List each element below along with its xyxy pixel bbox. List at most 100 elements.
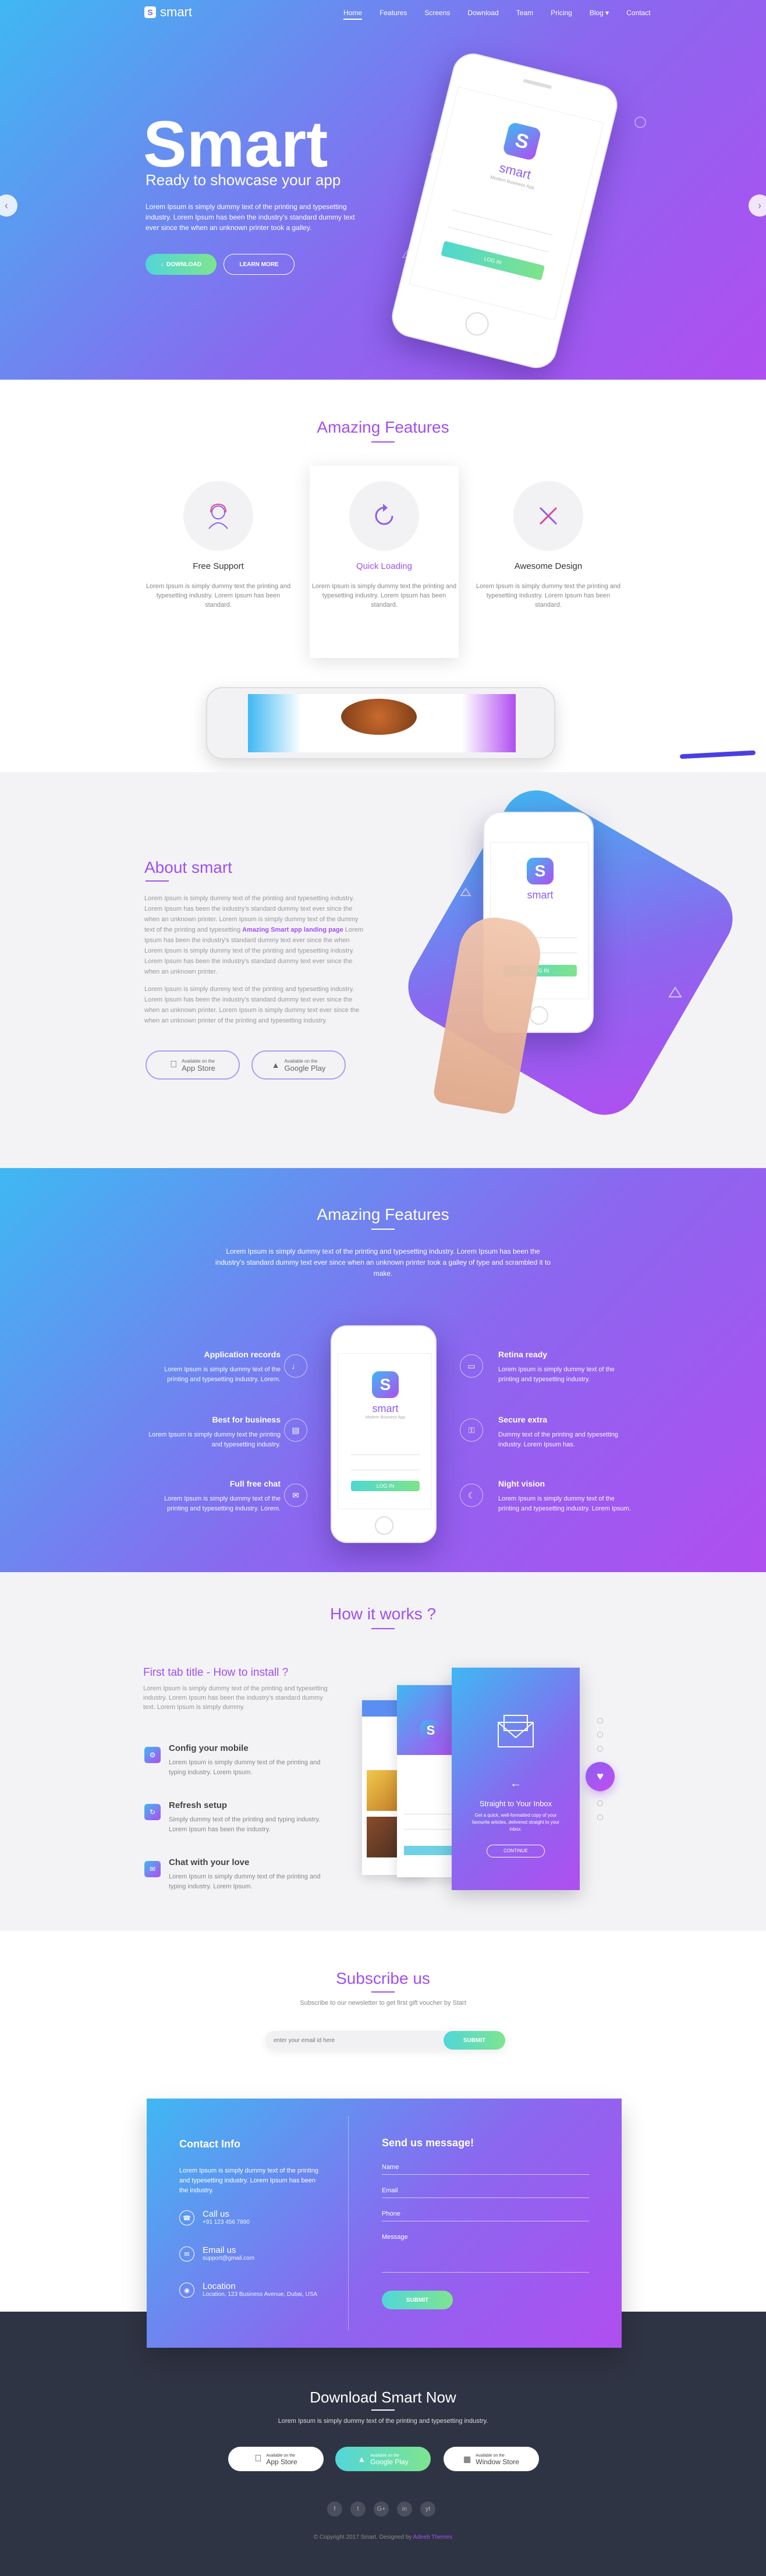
app-store-button[interactable]:  Available on theApp Store bbox=[146, 1050, 240, 1080]
phone-home-button bbox=[375, 1516, 393, 1535]
feature-night-vision: Night vision Lorem Ipsum is simply dummy… bbox=[498, 1479, 632, 1514]
feature-free-support: Free Support Lorem Ipsum is simply dummy… bbox=[143, 481, 294, 610]
youtube-icon[interactable]: yt bbox=[420, 2501, 435, 2517]
features2-phone-screen: S smart Modern Business App LOG IN bbox=[338, 1353, 432, 1509]
feature2-text: Lorem Ipsum is simply dummy text of the … bbox=[498, 1495, 631, 1512]
app-icon: S bbox=[502, 121, 542, 161]
subscribe-submit-button[interactable]: SUBMIT bbox=[444, 2031, 505, 2050]
footer-google-play-labels: Available on the Google Play bbox=[370, 2453, 408, 2465]
dot[interactable] bbox=[597, 1718, 603, 1724]
download-button[interactable]: ↓ DOWNLOAD bbox=[146, 254, 217, 275]
contact-form-title: Send us message! bbox=[382, 2137, 474, 2149]
nav-contact[interactable]: Contact bbox=[626, 9, 650, 20]
subscribe-form: SUBMIT bbox=[265, 2031, 505, 2050]
contact-card: Contact Info Lorem Ipsum is simply dummy… bbox=[147, 2099, 622, 2348]
logo[interactable]: S smart bbox=[144, 6, 192, 19]
subscribe-text: Subscribe to our newsletter to get first… bbox=[300, 2000, 466, 2007]
feature-quick-loading: Quick Loading Lorem Ipsum is simply dumm… bbox=[308, 481, 460, 610]
lock-icon: ⚿ bbox=[460, 1418, 483, 1442]
social-links: f t G+ in yt bbox=[327, 2501, 435, 2517]
learn-more-button[interactable]: LEARN MORE bbox=[224, 254, 295, 275]
message-field[interactable] bbox=[382, 2272, 589, 2273]
android-icon: ▲ bbox=[271, 1060, 280, 1070]
contact-location: Location Location, 123 Business Avenue, D… bbox=[203, 2281, 317, 2298]
feature2-text: Lorem Ipsum is simply dummy text of the … bbox=[498, 1366, 615, 1383]
twitter-icon[interactable]: t bbox=[350, 2501, 366, 2517]
email-title: Email us bbox=[203, 2245, 236, 2255]
copyright-text: © Copyright 2017 Smart. Designed by bbox=[313, 2534, 412, 2540]
feature-title: Free Support bbox=[193, 561, 244, 571]
download-title: Download Smart Now bbox=[310, 2389, 456, 2406]
feature-application-records: Application records Lorem Ipsum is simpl… bbox=[147, 1350, 281, 1385]
nav-blog[interactable]: Blog ▾ bbox=[590, 9, 609, 20]
app-store-labels: Available on the App Store bbox=[182, 1058, 215, 1072]
app-icon: S bbox=[420, 1720, 441, 1741]
logo-text: smart bbox=[160, 5, 192, 19]
nav-team[interactable]: Team bbox=[516, 9, 533, 20]
food-image bbox=[341, 699, 417, 735]
windows-icon: ▦ bbox=[463, 2454, 471, 2464]
step-config: Config your mobile Lorem Ipsum is simply… bbox=[169, 1743, 332, 1778]
subscribe-title-underline bbox=[371, 1991, 395, 1993]
footer-window-store-label: Window Store bbox=[476, 2458, 519, 2466]
contact-submit-button[interactable]: SUBMIT bbox=[382, 2291, 453, 2309]
nav-screens[interactable]: Screens bbox=[424, 9, 450, 20]
hero-section: Smart Ready to showcase your app Lorem I… bbox=[0, 0, 766, 380]
footer-window-store-labels: Available on the Window Store bbox=[476, 2453, 519, 2465]
screen-continue-button: CONTINUE bbox=[487, 1845, 545, 1857]
design-tools-icon bbox=[513, 481, 583, 551]
about-p1-highlight: Amazing Smart app landing page bbox=[242, 926, 343, 933]
footer-app-store-button[interactable]:  Available on theApp Store bbox=[228, 2447, 324, 2471]
google-play-button[interactable]: ▲ Available on the Google Play bbox=[251, 1050, 346, 1080]
subscribe-email-input[interactable] bbox=[274, 2031, 442, 2050]
feature2-title: Best for business bbox=[212, 1415, 281, 1424]
heart-icon[interactable]: ♥ bbox=[586, 1762, 615, 1791]
hero-decor-shapes bbox=[402, 102, 646, 282]
chat-icon: ✉ bbox=[284, 1484, 307, 1507]
dot[interactable] bbox=[597, 1732, 603, 1738]
features2-title: Amazing Features bbox=[317, 1205, 449, 1223]
email-value[interactable]: support@gmail.com bbox=[203, 2255, 254, 2262]
feature-retina-ready: Retina ready Lorem Ipsum is simply dummy… bbox=[498, 1350, 632, 1385]
message-label: Message bbox=[382, 2234, 408, 2241]
contact-email: Email us support@gmail.com bbox=[203, 2245, 254, 2262]
download-icon: ↓ bbox=[161, 261, 164, 268]
phone-label: Phone bbox=[382, 2210, 400, 2217]
dot[interactable] bbox=[597, 1746, 603, 1751]
features2-phone: S smart Modern Business App LOG IN bbox=[331, 1325, 437, 1543]
google-plus-icon[interactable]: G+ bbox=[374, 2501, 389, 2517]
slider-next-button[interactable]: › bbox=[749, 194, 766, 217]
screen-front: ← Straight to Your Inbox Get a quick, we… bbox=[452, 1668, 580, 1890]
email-icon: ✉ bbox=[179, 2246, 194, 2262]
hero-text: Lorem Ipsum is simply dummy text of the … bbox=[146, 203, 355, 232]
feature2-text: Dummy text of the printing and typesetti… bbox=[498, 1431, 619, 1448]
footer-google-play-button[interactable]: ▲ Available on the Google Play bbox=[335, 2447, 431, 2471]
android-icon: ▲ bbox=[357, 2454, 366, 2464]
dot[interactable] bbox=[597, 1800, 603, 1806]
nav-home[interactable]: Home bbox=[343, 9, 363, 20]
name-field[interactable] bbox=[382, 2174, 589, 2175]
nav-features[interactable]: Features bbox=[380, 9, 407, 20]
subscribe-title: Subscribe us bbox=[336, 1969, 430, 1987]
feature2-title: Night vision bbox=[498, 1479, 545, 1488]
feature-secure-extra: Secure extra Dummy text of the printing … bbox=[498, 1415, 632, 1450]
phone-password-field[interactable] bbox=[351, 1462, 420, 1470]
features-title: Amazing Features bbox=[317, 418, 449, 436]
feature2-text: Lorem Ipsum is simply dummy text of the … bbox=[164, 1366, 281, 1383]
nav-pricing[interactable]: Pricing bbox=[551, 9, 572, 20]
landscape-phone bbox=[206, 687, 555, 759]
footer-window-store-button[interactable]: ▦ Available on the Window Store bbox=[444, 2447, 539, 2471]
phone-username-field[interactable] bbox=[351, 1447, 420, 1455]
author-link[interactable]: Adeeb Themes bbox=[413, 2534, 453, 2540]
location-icon: ◉ bbox=[179, 2283, 194, 2298]
copyright: © Copyright 2017 Smart. Designed by Adee… bbox=[0, 2534, 766, 2540]
phone-login-button[interactable]: LOG IN bbox=[351, 1481, 420, 1491]
facebook-icon[interactable]: f bbox=[327, 2501, 342, 2517]
call-title: Call us bbox=[203, 2209, 229, 2219]
nav-download[interactable]: Download bbox=[467, 9, 498, 20]
linkedin-icon[interactable]: in bbox=[397, 2501, 412, 2517]
refresh-icon: ↻ bbox=[144, 1804, 161, 1820]
dot[interactable] bbox=[597, 1814, 603, 1820]
contact-info-text: Lorem Ipsum is simply dummy text of the … bbox=[179, 2167, 319, 2194]
google-play-label: Google Play bbox=[284, 1064, 326, 1073]
